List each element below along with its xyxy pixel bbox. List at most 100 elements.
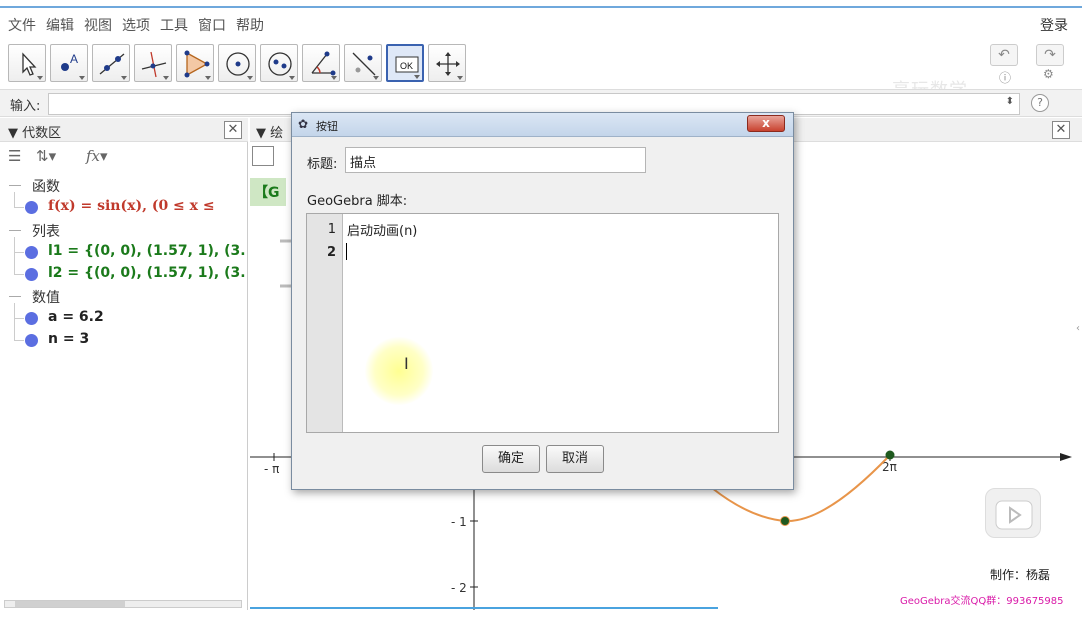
align-icon[interactable]: ☰	[8, 147, 21, 165]
tree-connector	[14, 237, 15, 275]
algebra-panel: ▼ 代数区 ✕ ☰ ⇅▾ fx▾ 函数 f(x) = sin(x), (0 ≤ …	[0, 118, 248, 610]
line-number-gutter: 1 2	[307, 214, 343, 432]
algebra-item-l2[interactable]: l2 = {(0, 0), (1.57, 1), (3.14, 0	[48, 265, 246, 281]
geogebra-logo-icon: ✿	[298, 117, 309, 131]
input-label: 输入:	[10, 99, 41, 114]
svg-text:OK: OK	[400, 61, 413, 71]
list-point[interactable]	[885, 450, 895, 460]
menu-tools[interactable]: 工具	[160, 15, 188, 35]
circle-icon	[226, 52, 250, 76]
conic-icon	[268, 52, 292, 76]
ok-button[interactable]: 确定	[482, 445, 540, 473]
tree-connector	[14, 207, 24, 208]
side-expand-chevron-icon[interactable]: ‹	[1076, 323, 1080, 334]
tree-connector	[14, 252, 24, 253]
tree-connector	[14, 192, 15, 208]
x-axis-arrow-icon	[1060, 453, 1072, 461]
toolbar-help-icon[interactable]: ⓘ	[999, 69, 1011, 86]
perpendicular-tool-button[interactable]	[134, 44, 172, 82]
angle-tool-button[interactable]	[302, 44, 340, 82]
move-view-tool-button[interactable]	[428, 44, 466, 82]
cancel-button[interactable]: 取消	[546, 445, 604, 473]
sort-icon[interactable]: ⇅▾	[36, 147, 56, 165]
progress-strip	[250, 607, 718, 609]
input-history-stepper-icon[interactable]: ⬍	[1006, 96, 1014, 107]
author-credit: 制作：杨磊	[990, 568, 1051, 582]
circle-tool-button[interactable]	[218, 44, 256, 82]
tree-collapse-icon	[9, 230, 21, 231]
point-tool-button[interactable]: A	[50, 44, 88, 82]
reflect-tool-button[interactable]	[344, 44, 382, 82]
line-number: 2	[326, 245, 336, 260]
visibility-toggle[interactable]	[25, 268, 38, 281]
caption-label: 标题:	[307, 157, 338, 172]
tree-connector	[14, 340, 24, 341]
tick-label-neg-2: - 2	[451, 581, 467, 595]
menu-help[interactable]: 帮助	[236, 15, 264, 35]
tick-label-neg-1: - 1	[451, 515, 467, 529]
visibility-toggle[interactable]	[25, 201, 38, 214]
fx-icon[interactable]: fx▾	[86, 147, 108, 165]
svg-text:A: A	[70, 52, 78, 66]
login-link[interactable]: 登录	[1040, 15, 1068, 35]
algebra-item-f[interactable]: f(x) = sin(x), (0 ≤ x ≤	[48, 198, 246, 214]
mouse-highlight	[365, 337, 433, 405]
script-label: GeoGebra 脚本:	[307, 194, 408, 209]
qq-group-text: GeoGebra交流QQ群：993675985	[900, 596, 1064, 607]
button-dialog: ✿ 按钮 x 标题: 描点 GeoGebra 脚本: 1 2 启动动画(n) I…	[291, 112, 794, 490]
settings-gear-icon[interactable]: ⚙	[1043, 67, 1054, 81]
button-tool-button[interactable]: OK	[386, 44, 424, 82]
menu-options[interactable]: 选项	[122, 15, 150, 35]
category-numbers[interactable]: 数值	[32, 287, 60, 307]
dialog-titlebar[interactable]: ✿ 按钮 x	[292, 113, 793, 137]
script-editor[interactable]: 1 2 启动动画(n) I	[306, 213, 779, 433]
perpendicular-icon	[141, 51, 167, 78]
menu-file[interactable]: 文件	[8, 15, 36, 35]
algebra-item-n[interactable]: n = 3	[48, 331, 89, 347]
geogebra-window: 文件 编辑 视图 选项 工具 窗口 帮助 登录 A OK ↶ ↷ ⓘ ⚙ 输入:…	[0, 0, 1082, 618]
algebra-toolbar: ☰ ⇅▾ fx▾	[0, 143, 248, 169]
angle-icon	[311, 51, 336, 76]
text-caret	[346, 243, 347, 260]
script-line[interactable]: 启动动画(n)	[347, 220, 417, 239]
move-tool-button[interactable]	[8, 44, 46, 82]
input-help-icon[interactable]: ?	[1031, 94, 1049, 112]
ibeam-cursor-icon: I	[404, 354, 409, 373]
toolbar: A OK 享玩数学	[0, 40, 1082, 101]
tick-label-neg-pi: - π	[264, 462, 279, 476]
visibility-toggle[interactable]	[25, 246, 38, 259]
conic-tool-button[interactable]	[260, 44, 298, 82]
category-functions[interactable]: 函数	[32, 176, 60, 196]
visibility-toggle[interactable]	[25, 334, 38, 347]
menu-edit[interactable]: 编辑	[46, 15, 74, 35]
list-point[interactable]	[780, 516, 790, 526]
algebra-item-l1[interactable]: l1 = {(0, 0), (1.57, 1), (3.14, 0	[48, 243, 246, 259]
tree-connector	[14, 318, 24, 319]
algebra-horizontal-scrollbar[interactable]	[4, 600, 242, 608]
point-icon: A	[61, 52, 78, 71]
algebra-item-a[interactable]: a = 6.2	[48, 309, 104, 325]
tree-collapse-icon	[9, 296, 21, 297]
algebra-panel-title: ▼ 代数区	[8, 126, 62, 141]
scrollbar-thumb[interactable]	[15, 601, 125, 607]
move-view-icon	[436, 52, 460, 76]
visibility-toggle[interactable]	[25, 312, 38, 325]
tree-connector	[14, 274, 24, 275]
arrow-cursor-icon	[22, 52, 37, 76]
window-top-border	[0, 0, 1082, 8]
play-icon	[995, 500, 1033, 530]
dialog-title: 按钮	[316, 120, 338, 133]
line-icon	[99, 53, 125, 75]
menu-view[interactable]: 视图	[84, 15, 112, 35]
line-tool-button[interactable]	[92, 44, 130, 82]
caption-input[interactable]: 描点	[345, 147, 646, 173]
redo-icon[interactable]: ↷	[1036, 44, 1064, 66]
dialog-close-button[interactable]: x	[747, 115, 785, 132]
algebra-panel-header: ▼ 代数区 ✕	[0, 118, 248, 142]
category-lists[interactable]: 列表	[32, 221, 60, 241]
menu-window[interactable]: 窗口	[198, 15, 226, 35]
algebra-close-icon[interactable]: ✕	[224, 121, 242, 139]
polygon-icon	[184, 50, 210, 78]
undo-icon[interactable]: ↶	[990, 44, 1018, 66]
polygon-tool-button[interactable]	[176, 44, 214, 82]
